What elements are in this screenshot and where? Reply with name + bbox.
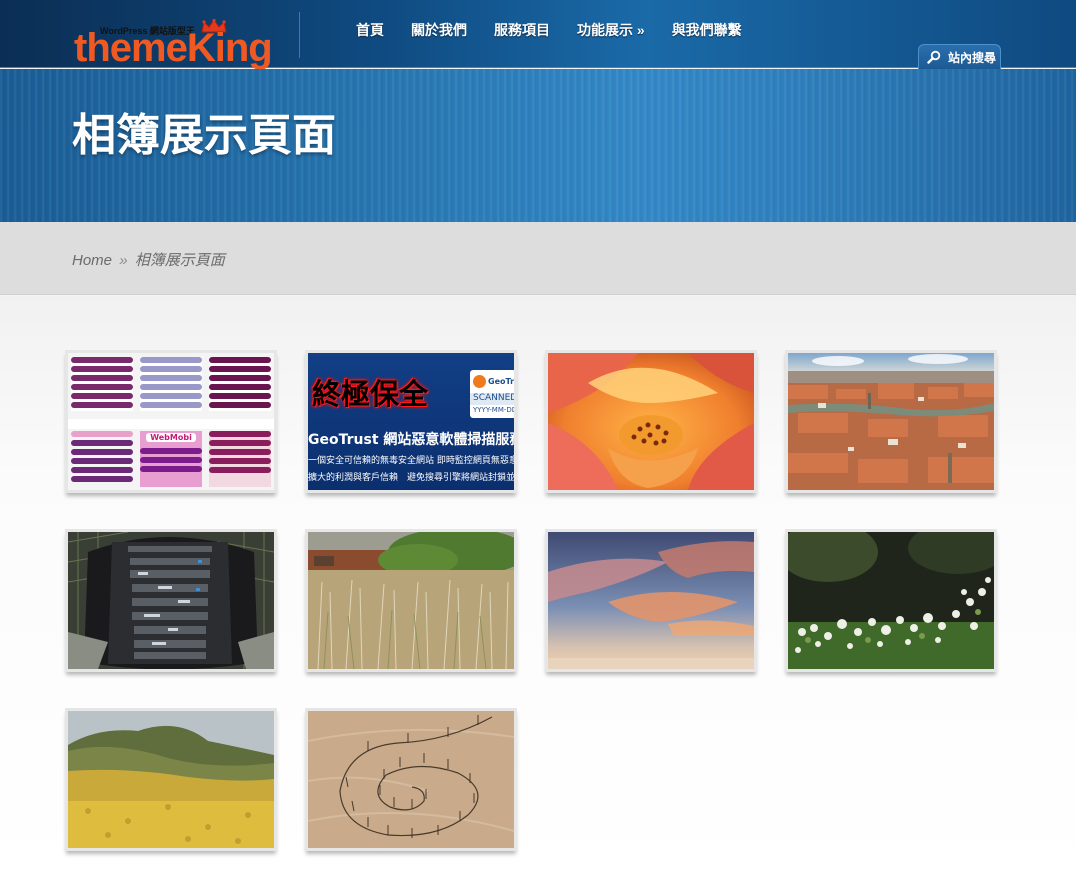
geotrust-line-3: 擴大的利潤與客戶信賴 避免搜尋引擎將網站封鎖並列: [308, 473, 514, 483]
magnifier-icon: [927, 50, 941, 64]
gallery-thumb[interactable]: [65, 529, 277, 672]
main-nav: 首頁 關於我們 服務項目 功能展示 » 與我們聯繫: [356, 20, 769, 40]
thumb-sunset-clouds: [548, 532, 754, 669]
thumb-website-screenshots: WebMobi: [68, 353, 274, 490]
gallery: WebMobi 終極保全 GeoTrust SCANNED YYYY-MM-DD…: [0, 296, 1076, 884]
search-toggle[interactable]: 站內搜尋: [918, 44, 1001, 69]
site-header: WordPress 網站版型王 themeKing 首頁 關於我們 服務項目 功…: [0, 0, 1076, 69]
geotrust-line-1: GeoTrust 網站惡意軟體掃描服務: [308, 432, 514, 448]
gallery-thumb[interactable]: [785, 350, 997, 493]
gallery-thumb[interactable]: [545, 350, 757, 493]
logo-wordmark: themeKing: [74, 26, 273, 70]
thumb-server-rack: [68, 532, 274, 669]
thumb-city-rooftops: [788, 353, 994, 490]
breadcrumb: Home » 相簿展示頁面: [72, 249, 225, 270]
gallery-thumb[interactable]: [545, 529, 757, 672]
nav-about[interactable]: 關於我們: [411, 20, 467, 40]
gallery-thumb[interactable]: 終極保全 GeoTrust SCANNED YYYY-MM-DD GeoTrus…: [305, 350, 517, 493]
page-banner: 相簿展示頁面: [0, 69, 1076, 222]
breadcrumb-current: 相簿展示頁面: [134, 252, 225, 269]
header-divider: [299, 12, 300, 58]
gallery-thumb[interactable]: [305, 708, 517, 851]
geotrust-headline: 終極保全: [312, 377, 429, 411]
nav-services[interactable]: 服務項目: [494, 20, 550, 40]
thumb-orange-rose: [548, 353, 754, 490]
gallery-thumb[interactable]: [65, 708, 277, 851]
site-logo[interactable]: WordPress 網站版型王 themeKing: [74, 16, 274, 68]
thumb-hills-yellow-wildflowers: [68, 711, 274, 848]
breadcrumb-bar: Home » 相簿展示頁面: [0, 222, 1076, 295]
thumb-sand-spiral-fence: [308, 711, 514, 848]
thumb-dry-grass-field: [308, 532, 514, 669]
geotrust-line-2: 一個安全可信賴的無毒安全網站 即時監控網頁無惡意: [308, 456, 514, 466]
gallery-thumb[interactable]: [785, 529, 997, 672]
geotrust-seal: GeoTrust SCANNED YYYY-MM-DD: [470, 370, 514, 418]
thumb-geotrust-banner: 終極保全 GeoTrust SCANNED YYYY-MM-DD GeoTrus…: [308, 353, 514, 490]
breadcrumb-separator: »: [119, 252, 128, 269]
thumb-white-flowers: [788, 532, 994, 669]
geotrust-badge-status: SCANNED: [470, 393, 514, 405]
gallery-thumb[interactable]: [305, 529, 517, 672]
geotrust-badge-date: YYYY-MM-DD: [473, 406, 514, 414]
page-title: 相簿展示頁面: [72, 110, 336, 161]
nav-home[interactable]: 首頁: [356, 20, 384, 40]
gallery-thumb[interactable]: WebMobi: [65, 350, 277, 493]
nav-features[interactable]: 功能展示 »: [577, 20, 645, 40]
geotrust-badge-brand: GeoTrust: [488, 377, 514, 386]
breadcrumb-home-link[interactable]: Home: [72, 252, 112, 269]
search-label: 站內搜尋: [948, 50, 997, 65]
nav-contact[interactable]: 與我們聯繫: [672, 20, 742, 40]
webmobi-logo-text: WebMobi: [146, 433, 196, 442]
